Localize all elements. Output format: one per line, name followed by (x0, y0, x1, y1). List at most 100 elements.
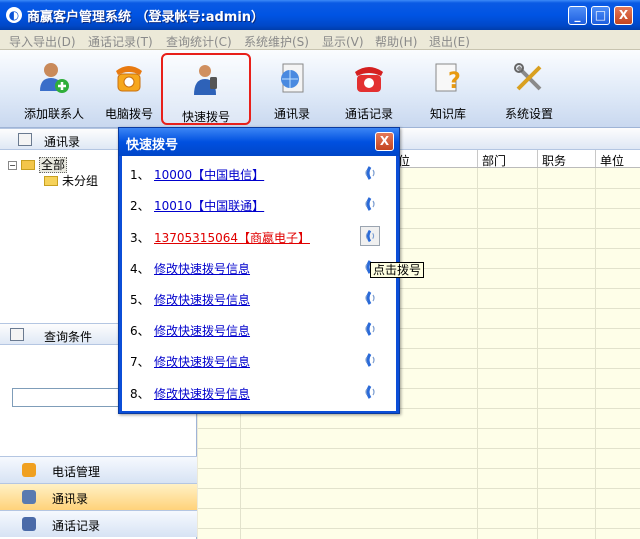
entry-number: 2、 (130, 199, 150, 213)
grid-line (595, 168, 596, 539)
quick-dial-link[interactable]: 修改快速拨号信息 (154, 291, 250, 308)
dialog-title-bar[interactable]: 快速拨号 X (119, 128, 399, 156)
menu-system-maintenance[interactable]: 系统维护(S) (244, 33, 309, 50)
handset-icon[interactable] (360, 382, 380, 402)
menu-bar: 导入导出(D) 通话记录(T) 查询统计(C) 系统维护(S) 显示(V) 帮助… (0, 30, 640, 50)
app-logo-icon: ◐ (6, 7, 22, 23)
grid-line (198, 448, 640, 449)
handset-icon[interactable] (360, 319, 380, 339)
tree-node-label: 全部 (39, 157, 68, 173)
menu-view[interactable]: 显示(V) (322, 33, 364, 50)
nav-address-book[interactable]: 通讯录 (0, 483, 197, 510)
column-divider (595, 150, 596, 167)
toolbar-label: 系统设置 (504, 107, 553, 121)
quick-dial-entry: 1、 10000【中国电信】 (122, 162, 396, 184)
column-header[interactable]: 单位 (600, 152, 624, 169)
entry-number: 4、 (130, 262, 150, 276)
toolbar-label: 知识库 (429, 107, 466, 121)
knowledge-icon: ? (435, 63, 461, 94)
column-header[interactable]: 职务 (542, 152, 566, 169)
tree-collapse-icon[interactable]: − (8, 161, 17, 170)
add-contact-button[interactable]: 添加联系人 (12, 55, 96, 123)
handset-icon[interactable] (360, 226, 380, 246)
knowledge-base-button[interactable]: ? 知识库 (406, 55, 490, 123)
pc-dial-button[interactable]: 电脑拨号 (87, 55, 171, 123)
settings-icon (514, 63, 542, 91)
grid-line (477, 168, 478, 539)
handset-icon[interactable] (360, 288, 380, 308)
quick-dial-link[interactable]: 13705315064【商嬴电子】 (154, 229, 310, 246)
grid-line (198, 508, 640, 509)
title-bar: ◐ 商嬴客户管理系统 （登录帐号:admin） _ □ X (0, 0, 640, 30)
close-button[interactable]: X (614, 6, 633, 25)
handset-icon[interactable] (360, 350, 380, 370)
menu-import-export[interactable]: 导入导出(D) (9, 33, 76, 50)
quick-dial-link[interactable]: 修改快速拨号信息 (154, 385, 250, 402)
toolbar: 添加联系人 电脑拨号 快速拨号 通讯录 通话记录 ? 知识库 系统设置 (0, 50, 640, 128)
query-icon (10, 328, 24, 341)
maximize-button[interactable]: □ (591, 6, 610, 25)
menu-query-stats[interactable]: 查询统计(C) (166, 33, 232, 50)
toolbar-label: 通讯录 (273, 107, 310, 121)
quick-dial-link[interactable]: 修改快速拨号信息 (154, 260, 250, 277)
column-divider (477, 150, 478, 167)
quick-dial-entry: 5、 修改快速拨号信息 (122, 287, 396, 309)
handset-icon[interactable] (360, 163, 380, 183)
menu-help[interactable]: 帮助(H) (375, 33, 417, 50)
address-book-icon (22, 490, 36, 504)
menu-call-records[interactable]: 通话记录(T) (88, 33, 153, 50)
grid-line (198, 528, 640, 529)
quick-dial-link[interactable]: 修改快速拨号信息 (154, 353, 250, 370)
user-phone-icon (194, 65, 217, 95)
address-book-icon (281, 63, 304, 93)
grid-line (537, 168, 538, 539)
dialog-title: 快速拨号 (126, 138, 179, 153)
dialog-body: 1、 10000【中国电信】 2、 10010【中国联通】 3、 1370531… (122, 156, 396, 411)
dialog-close-button[interactable]: X (375, 132, 394, 151)
quick-dial-entry: 4、 修改快速拨号信息 (122, 256, 396, 278)
quick-dial-entry: 8、 修改快速拨号信息 (122, 381, 396, 403)
call-records-button[interactable]: 通话记录 (327, 55, 411, 123)
menu-exit[interactable]: 退出(E) (429, 33, 470, 50)
nav-call-records[interactable]: 通话记录 (0, 510, 197, 537)
grid-line (198, 428, 640, 429)
telephone-icon (116, 66, 142, 92)
nav-label: 电话管理 (52, 465, 101, 479)
system-settings-button[interactable]: 系统设置 (487, 55, 571, 123)
entry-number: 3、 (130, 231, 150, 245)
grid-line (198, 488, 640, 489)
entry-number: 8、 (130, 387, 150, 401)
handset-icon[interactable] (360, 194, 380, 214)
tree-node-label: 未分组 (62, 174, 99, 188)
call-record-icon (355, 67, 383, 92)
column-divider (537, 150, 538, 167)
toolbar-label: 通话记录 (344, 107, 393, 121)
quick-dial-entry: 7、 修改快速拨号信息 (122, 349, 396, 371)
entry-number: 5、 (130, 293, 150, 307)
entry-number: 7、 (130, 355, 150, 369)
quick-dial-dialog: 快速拨号 X 1、 10000【中国电信】 2、 10010【中国联通】 3、 … (118, 127, 400, 414)
tree-node-all[interactable]: − 全部 (8, 156, 68, 173)
minimize-button[interactable]: _ (568, 6, 587, 25)
toolbar-label: 快速拨号 (181, 110, 230, 124)
quick-dial-link[interactable]: 修改快速拨号信息 (154, 322, 250, 339)
quick-dial-link[interactable]: 10000【中国电信】 (154, 166, 264, 183)
dial-tooltip: 点击拨号 (370, 262, 425, 278)
folder-icon (44, 176, 58, 186)
quick-dial-button[interactable]: 快速拨号 (161, 53, 251, 125)
nav-label: 通讯录 (52, 492, 89, 506)
address-book-button[interactable]: 通讯录 (250, 55, 334, 123)
nav-label: 通话记录 (52, 519, 101, 533)
quick-dial-link[interactable]: 10010【中国联通】 (154, 197, 264, 214)
toolbar-label: 添加联系人 (23, 107, 84, 121)
quick-dial-entry: 6、 修改快速拨号信息 (122, 318, 396, 340)
tree-node-ungrouped[interactable]: 未分组 (44, 172, 98, 189)
folder-open-icon (21, 160, 35, 170)
query-header-label: 查询条件 (44, 330, 93, 344)
entry-number: 6、 (130, 324, 150, 338)
contact-card-icon (18, 133, 32, 146)
nav-phone-management[interactable]: 电话管理 (0, 456, 197, 483)
column-header[interactable]: 部门 (482, 152, 506, 169)
svg-text:?: ? (448, 69, 461, 94)
quick-dial-entry: 2、 10010【中国联通】 (122, 193, 396, 215)
